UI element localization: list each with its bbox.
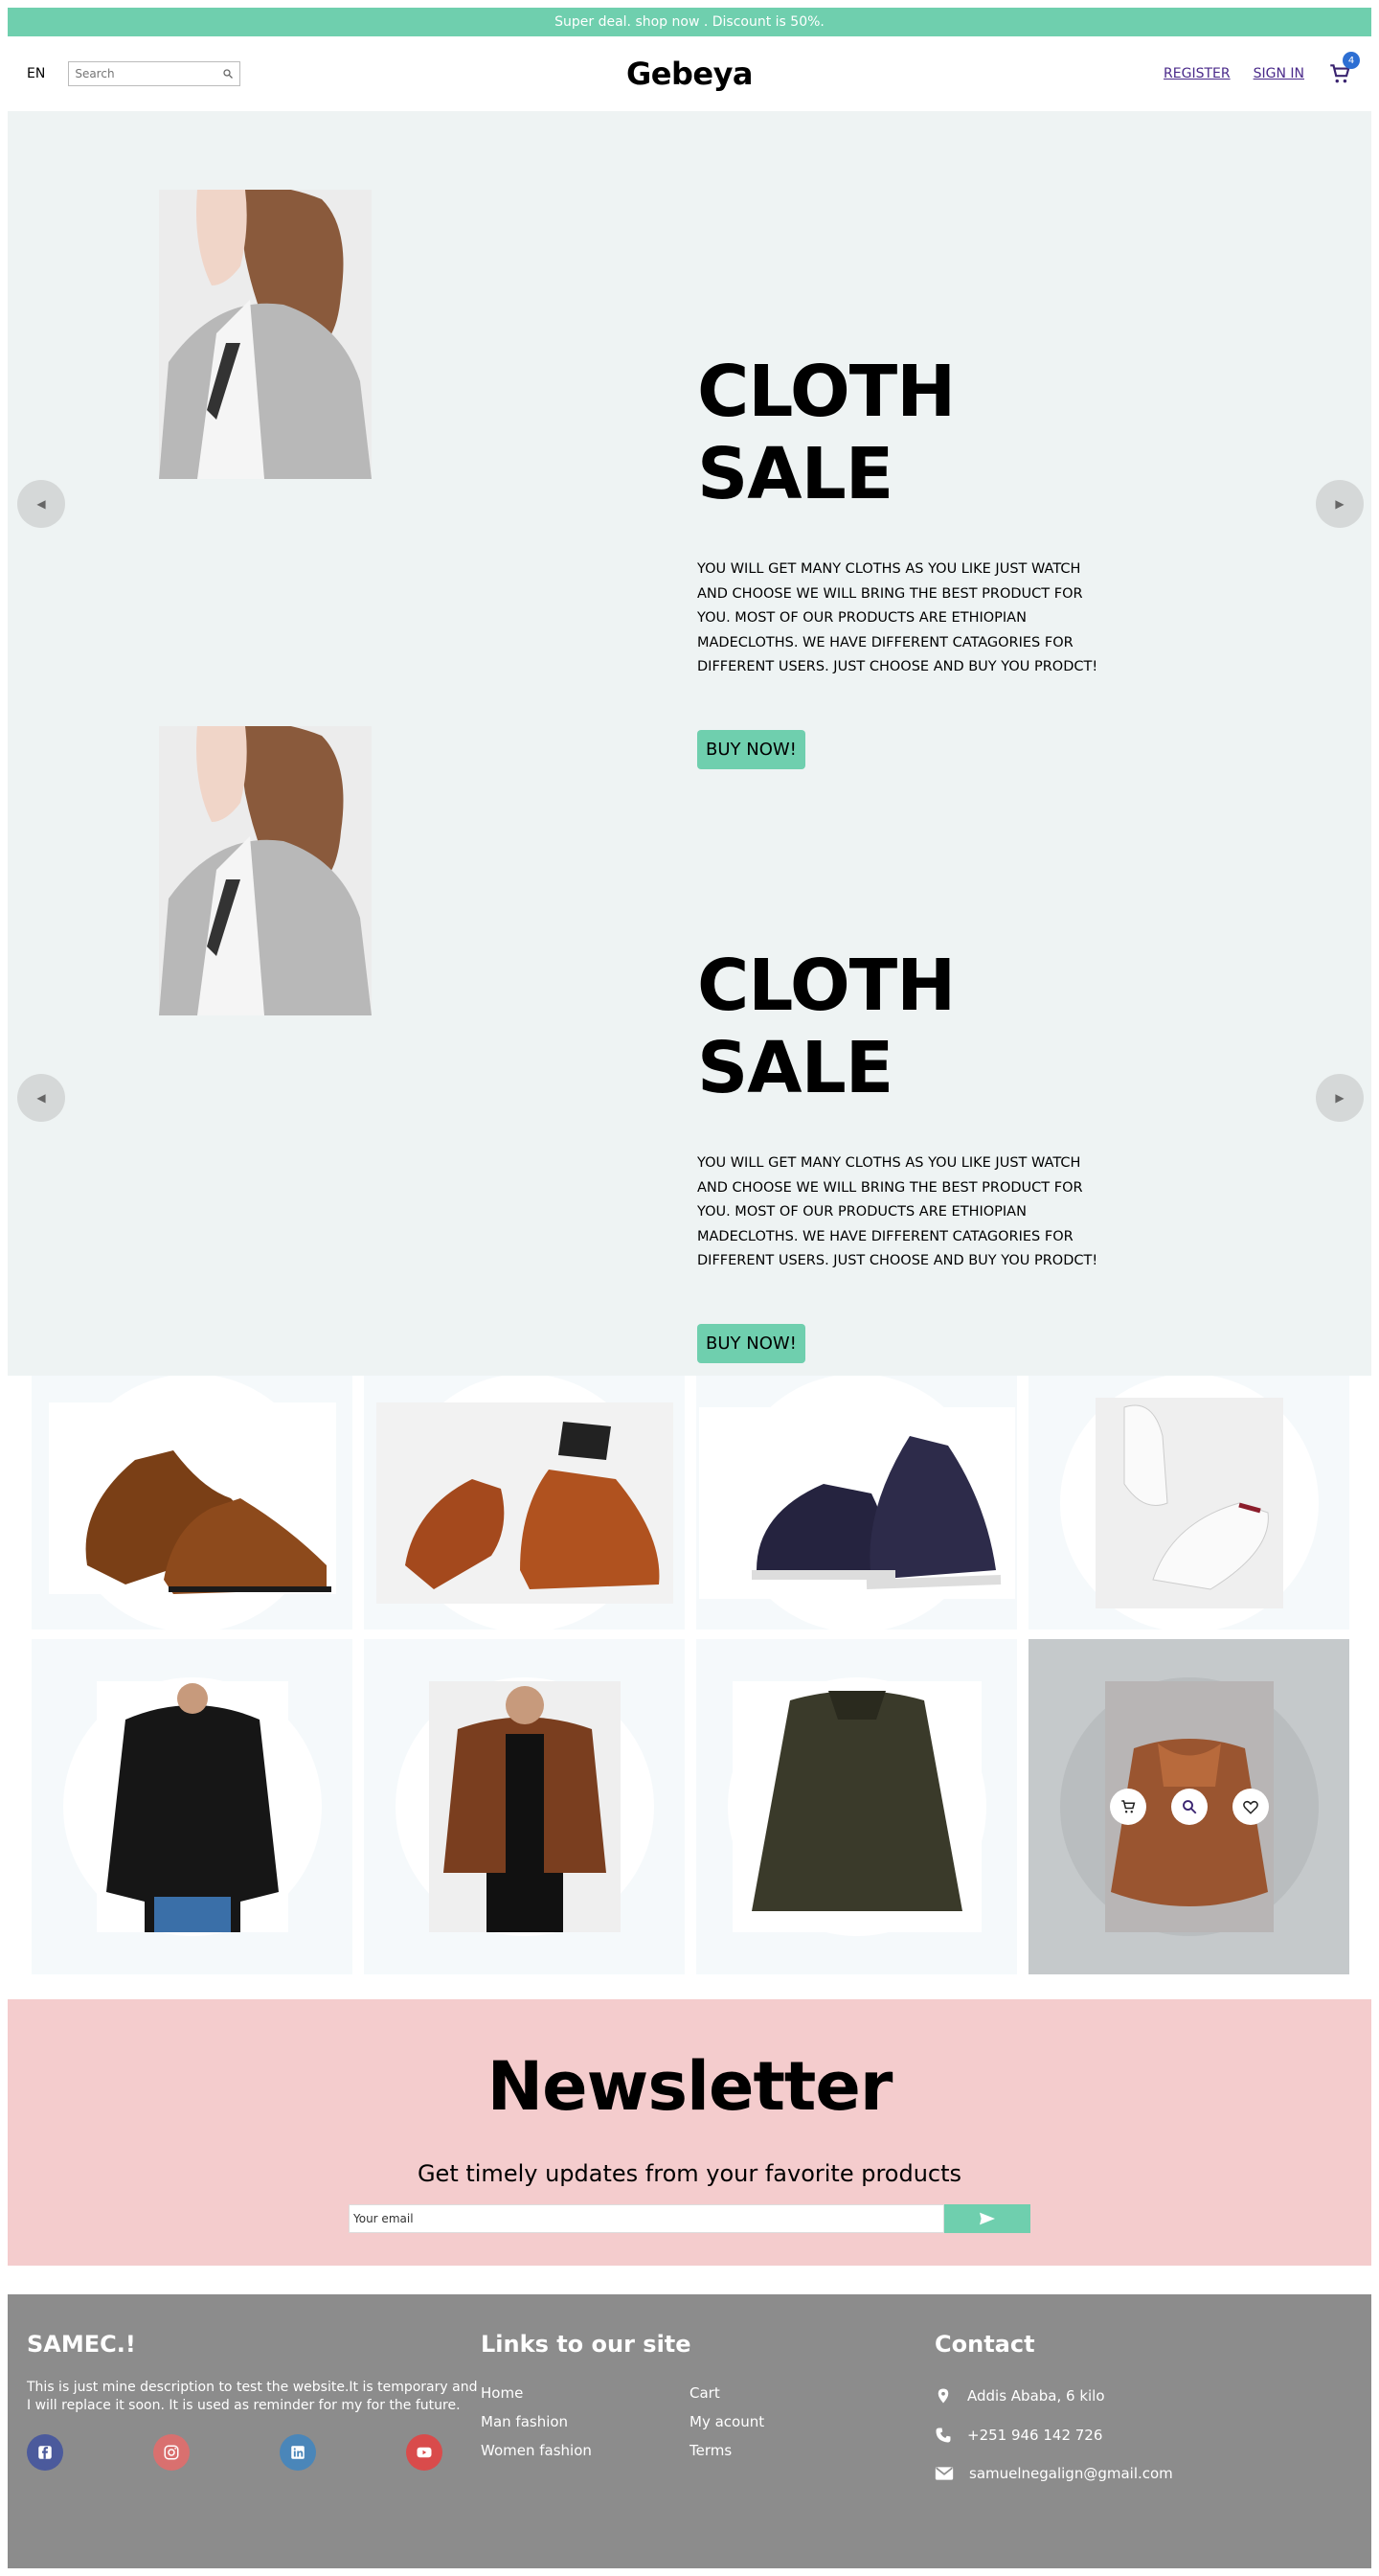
site-logo[interactable]: Gebeya xyxy=(626,56,754,92)
product-actions xyxy=(1109,1789,1269,1825)
prev-slide-button[interactable]: ◀ xyxy=(17,1074,65,1122)
contact-title: Contact xyxy=(935,2331,1035,2358)
location-pin-icon xyxy=(938,2388,949,2404)
next-slide-button[interactable]: ▶ xyxy=(1316,480,1364,528)
email-icon xyxy=(935,2467,954,2480)
facebook-icon[interactable] xyxy=(27,2434,63,2471)
wishlist-button[interactable] xyxy=(1232,1789,1269,1825)
product-card[interactable] xyxy=(364,1639,685,1974)
prev-slide-button[interactable]: ◀ xyxy=(17,480,65,528)
language-selector[interactable]: EN xyxy=(27,66,45,81)
newsletter-section: Newsletter Get timely updates from your … xyxy=(8,1999,1371,2266)
footer-link-man-fashion[interactable]: Man fashion xyxy=(481,2413,690,2430)
signin-link[interactable]: SIGN IN xyxy=(1254,66,1304,81)
brown-leather-jacket-image xyxy=(428,1681,621,1932)
product-card[interactable] xyxy=(696,1639,1017,1974)
brown-oxford-shoes-image xyxy=(48,1402,336,1594)
contact-address: Addis Ababa, 6 kilo xyxy=(935,2386,1173,2405)
product-card-hovered[interactable] xyxy=(1029,1639,1349,1974)
product-card[interactable] xyxy=(1029,1376,1349,1630)
hero-slide: CLOTH SALE YOU WILL GET MANY CLOTHS AS Y… xyxy=(8,111,1371,769)
social-links xyxy=(27,2434,481,2471)
buy-now-button[interactable]: BUY NOW! xyxy=(697,1323,805,1363)
email-text[interactable]: samuelnegalign@gmail.com xyxy=(969,2465,1173,2482)
model-image xyxy=(159,726,372,1015)
footer-link-women-fashion[interactable]: Women fashion xyxy=(481,2442,690,2459)
contact-phone: +251 946 142 726 xyxy=(935,2427,1173,2444)
contact-email: samuelnegalign@gmail.com xyxy=(935,2465,1173,2482)
newsletter-title: Newsletter xyxy=(486,2047,893,2126)
phone-text: +251 946 142 726 xyxy=(967,2427,1103,2444)
quick-view-button[interactable] xyxy=(1170,1789,1208,1825)
arrow-left-icon: ◀ xyxy=(36,497,46,511)
youtube-icon[interactable] xyxy=(406,2434,442,2471)
announcement-bar: Super deal. shop now . Discount is 50%. xyxy=(8,8,1371,36)
navy-sneakers-image xyxy=(698,1406,1015,1599)
product-card[interactable] xyxy=(32,1639,352,1974)
arrow-right-icon: ▶ xyxy=(1335,497,1345,511)
cart-button[interactable]: 4 xyxy=(1327,52,1360,86)
search-icon xyxy=(1182,1800,1196,1814)
email-field[interactable]: Your email xyxy=(349,2204,944,2233)
instagram-icon[interactable] xyxy=(153,2434,190,2471)
send-button[interactable] xyxy=(944,2204,1030,2233)
search-icon[interactable] xyxy=(222,68,234,80)
register-link[interactable]: REGISTER xyxy=(1164,66,1231,81)
arrow-left-icon: ◀ xyxy=(36,1091,46,1105)
top-navigation: EN Gebeya REGISTER SIGN IN 4 xyxy=(8,36,1371,111)
footer-brand: SAMEC.! xyxy=(27,2331,136,2358)
product-card[interactable] xyxy=(32,1376,352,1630)
newsletter-form: Your email xyxy=(349,2204,1030,2233)
slide-description: YOU WILL GET MANY CLOTHS AS YOU LIKE JUS… xyxy=(697,561,1098,674)
cart-count-badge: 4 xyxy=(1343,52,1360,69)
slide-description: YOU WILL GET MANY CLOTHS AS YOU LIKE JUS… xyxy=(697,1155,1098,1268)
black-leather-jacket-image xyxy=(96,1681,288,1932)
footer-link-cart[interactable]: Cart xyxy=(690,2384,881,2402)
arrow-right-icon: ▶ xyxy=(1335,1091,1345,1105)
address-text: Addis Ababa, 6 kilo xyxy=(967,2387,1105,2405)
search-input[interactable] xyxy=(75,67,210,80)
brown-loafer-shoes-image xyxy=(375,1402,673,1604)
newsletter-subtitle: Get timely updates from your favorite pr… xyxy=(417,2160,962,2187)
olive-field-jacket-image xyxy=(732,1681,982,1932)
announcement-text: Super deal. shop now . Discount is 50%. xyxy=(554,14,825,30)
add-to-cart-button[interactable] xyxy=(1109,1789,1146,1825)
search-box[interactable] xyxy=(68,61,241,86)
product-grid xyxy=(8,1376,1371,1974)
links-title: Links to our site xyxy=(481,2331,691,2358)
hero-slider: CLOTH SALE YOU WILL GET MANY CLOTHS AS Y… xyxy=(8,111,1371,1376)
footer-link-terms[interactable]: Terms xyxy=(690,2442,881,2459)
footer-link-my-account[interactable]: My acount xyxy=(690,2413,881,2430)
footer-description: This is just mine description to test th… xyxy=(27,2380,478,2413)
slide-title: CLOTH SALE xyxy=(697,945,956,1109)
slide-title: CLOTH SALE xyxy=(697,351,956,515)
phone-icon xyxy=(936,2428,951,2443)
footer-links: Home Cart Man fashion My acount Women fa… xyxy=(481,2384,935,2459)
footer-link-home[interactable]: Home xyxy=(481,2384,690,2402)
product-card[interactable] xyxy=(364,1376,685,1630)
site-footer: SAMEC.! This is just mine description to… xyxy=(8,2294,1371,2568)
heart-icon xyxy=(1242,1800,1258,1814)
hero-slide: CLOTH SALE YOU WILL GET MANY CLOTHS AS Y… xyxy=(8,705,1371,1363)
send-icon xyxy=(980,2212,995,2225)
model-image xyxy=(159,190,372,479)
white-sneakers-image xyxy=(1095,1397,1283,1608)
linkedin-icon[interactable] xyxy=(280,2434,316,2471)
next-slide-button[interactable]: ▶ xyxy=(1316,1074,1364,1122)
cart-icon xyxy=(1120,1800,1135,1813)
product-card[interactable] xyxy=(696,1376,1017,1630)
